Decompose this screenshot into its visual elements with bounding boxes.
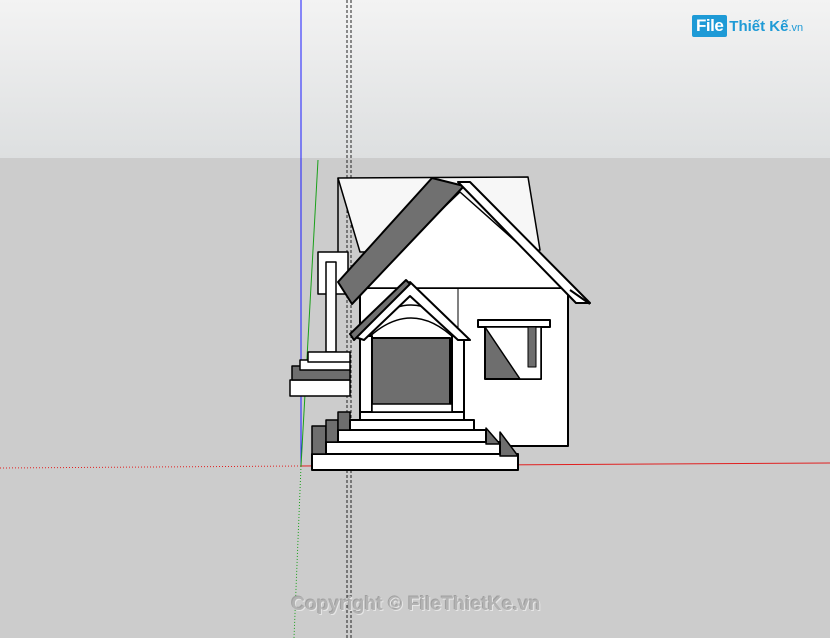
porch-step-5 (359, 411, 465, 421)
logo-box: File (692, 15, 728, 37)
filethietke-logo: File Thiết Kế.vn (692, 12, 803, 40)
sketchup-viewport[interactable] (0, 0, 830, 638)
porch-column-left (359, 335, 373, 419)
logo-tld: .vn (788, 21, 804, 34)
porch-step-1 (311, 453, 519, 471)
copyright-watermark: Copyright © FileThietKe.vn (291, 594, 541, 615)
logo-brand-text: Thiết Kế (729, 17, 789, 35)
window-sill-top (477, 319, 551, 328)
porch-column-right (451, 335, 465, 419)
logo-brand: Thiết Kế.vn (729, 18, 803, 35)
porch-step-4 (349, 419, 475, 431)
side-steps (289, 379, 351, 397)
porch-step-3 (337, 429, 487, 443)
porch-step-2 (325, 441, 501, 455)
